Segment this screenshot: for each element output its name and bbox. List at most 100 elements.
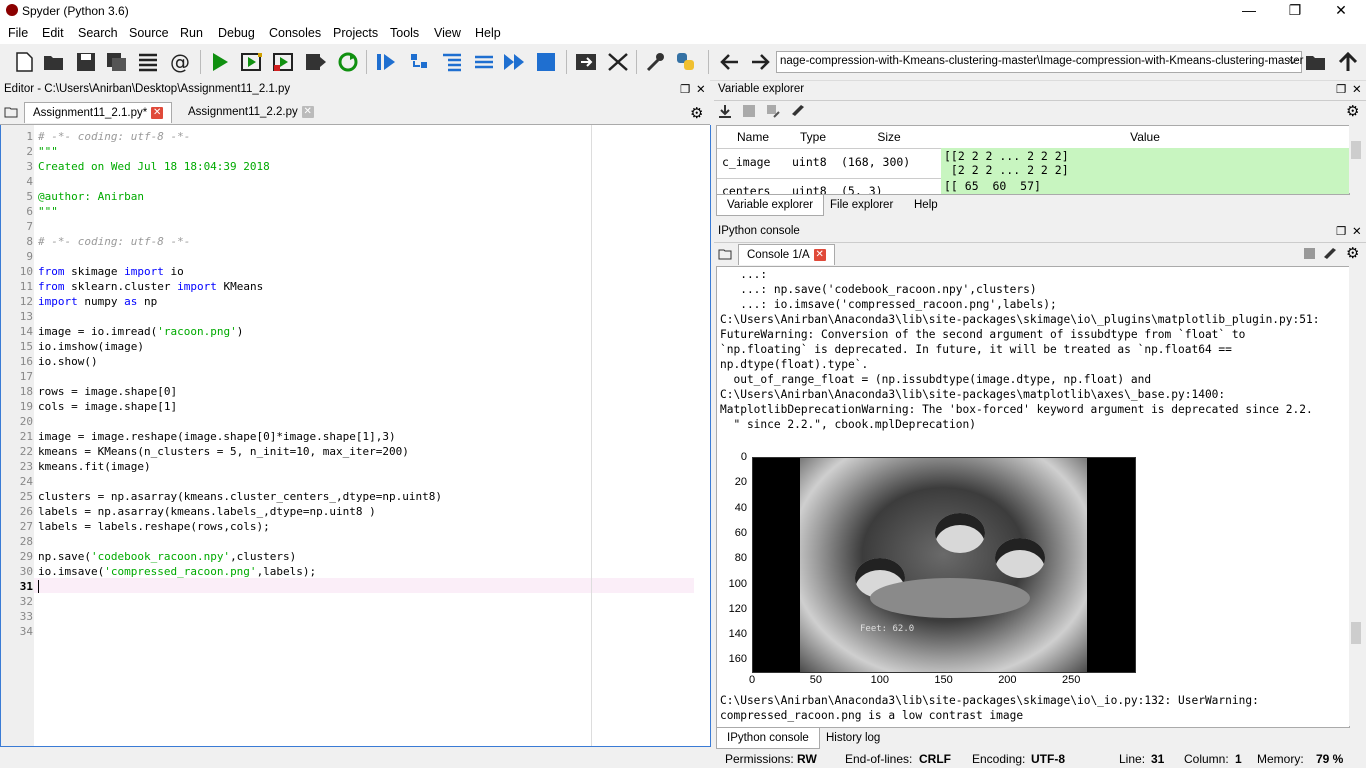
code-editor[interactable]: 1 2 3 4 5 6 7 8 9 10 11 12 13 14 15 16 17 18 19 20 21 22 23 24 2… (0, 125, 711, 747)
save-all-icon[interactable] (104, 51, 128, 73)
inline-plot: Feet: 62.0 0 20 40 60 80 100 120 140 160 0 50 100 1… (717, 447, 1149, 692)
tab-assignment11-2-1[interactable]: Assignment11_2.1.py* ✕ (24, 102, 173, 123)
forward-arrow-icon[interactable] (748, 51, 772, 73)
tab-help[interactable]: Help (904, 195, 948, 215)
parent-directory-icon[interactable] (1336, 51, 1360, 73)
variable-value[interactable]: [2 2 2 ... 2 2 2] (944, 163, 1069, 177)
variable-value[interactable]: [[2 2 2 ... 2 2 2] (944, 149, 1069, 163)
rerun-icon[interactable] (336, 51, 360, 73)
code-line: # -*- coding: utf-8 -*- (38, 235, 191, 248)
close-pane-icon[interactable]: ✕ (1352, 82, 1362, 96)
undock-icon[interactable]: ❐ (1336, 82, 1346, 96)
python-path-icon[interactable] (674, 51, 698, 73)
chevron-down-icon[interactable] (1288, 57, 1298, 65)
line-number: 22 (19, 445, 33, 458)
working-directory-input[interactable]: nage-compression-with-Kmeans-clustering-… (776, 51, 1303, 73)
tab-variable-explorer[interactable]: Variable explorer (716, 195, 825, 216)
line-number: 26 (19, 505, 33, 518)
tab-ipython-console[interactable]: IPython console (716, 728, 820, 749)
close-tab-icon[interactable]: ✕ (813, 248, 826, 261)
open-file-icon[interactable] (42, 51, 66, 73)
line-number: 29 (19, 550, 33, 563)
y-tick-label: 160 (728, 653, 747, 666)
run-selection-icon[interactable] (304, 51, 328, 73)
minimize-button[interactable]: — (1226, 2, 1272, 18)
variable-scrollbar[interactable] (1349, 125, 1363, 193)
tab-assignment11-2-2[interactable]: Assignment11_2.2.py ✕ (180, 102, 322, 123)
variable-name[interactable]: c_image (722, 155, 770, 169)
gear-icon[interactable]: ⚙ (1346, 102, 1359, 120)
close-pane-icon[interactable]: ✕ (696, 82, 706, 96)
column-header-size[interactable]: Size (837, 126, 942, 149)
line-number: 1 (26, 130, 33, 143)
tab-history-log[interactable]: History log (816, 728, 890, 748)
line-number: 34 (19, 625, 33, 638)
browse-tabs-icon[interactable] (718, 248, 732, 260)
save-icon[interactable] (74, 51, 98, 73)
menu-file[interactable]: File (8, 26, 28, 40)
title-bar: Spyder (Python 3.6) — ❐ ✕ (0, 0, 1366, 22)
console-line: compressed_racoon.png is a low contrast … (720, 709, 1024, 722)
run-cell-advance-icon[interactable] (272, 51, 296, 73)
line-number: 27 (19, 520, 33, 533)
y-tick-label: 120 (728, 602, 747, 615)
menu-run[interactable]: Run (180, 26, 203, 40)
line-number: 30 (19, 565, 33, 578)
menu-edit[interactable]: Edit (42, 26, 64, 40)
menu-projects[interactable]: Projects (333, 26, 378, 40)
gear-icon[interactable]: ⚙ (690, 104, 703, 122)
back-arrow-icon[interactable] (718, 51, 742, 73)
eraser-icon[interactable] (790, 104, 806, 118)
continue-icon[interactable] (502, 51, 526, 73)
maximize-pane-icon[interactable] (574, 51, 598, 73)
at-icon[interactable]: @ (168, 51, 192, 73)
browse-folder-icon[interactable] (1304, 51, 1328, 73)
menu-help[interactable]: Help (475, 26, 501, 40)
preferences-icon[interactable] (644, 51, 668, 73)
tab-file-explorer[interactable]: File explorer (820, 195, 903, 215)
save-as-icon[interactable] (766, 104, 780, 118)
variable-value[interactable]: [[ 65 60 57] (944, 179, 1041, 193)
restore-button[interactable]: ❐ (1272, 2, 1318, 19)
line-number: 3 (26, 160, 33, 173)
close-tab-icon[interactable]: ✕ (151, 106, 164, 119)
debug-icon[interactable] (374, 51, 398, 73)
menu-consoles[interactable]: Consoles (269, 26, 321, 40)
menu-view[interactable]: View (434, 26, 461, 40)
tab-console-1a[interactable]: Console 1/A ✕ (738, 244, 835, 265)
column-header-name[interactable]: Name (717, 126, 790, 149)
gear-icon[interactable]: ⚙ (1346, 244, 1359, 262)
x-tick-label: 100 (870, 674, 889, 686)
save-data-icon[interactable] (742, 104, 756, 118)
new-file-icon[interactable] (12, 51, 36, 73)
step-icon[interactable] (408, 51, 432, 73)
ipython-console[interactable]: ...: ...: np.save('codebook_racoon.npy',… (716, 266, 1350, 728)
eraser-icon[interactable] (1322, 247, 1338, 261)
column-header-value[interactable]: Value (941, 126, 1349, 149)
stop-icon[interactable] (1304, 248, 1315, 259)
close-button[interactable]: ✕ (1318, 2, 1364, 19)
y-tick-label: 140 (728, 628, 747, 641)
menu-source[interactable]: Source (129, 26, 169, 40)
column-header-type[interactable]: Type (789, 126, 838, 149)
stop-debug-icon[interactable] (534, 51, 558, 73)
step-into-icon[interactable] (440, 51, 464, 73)
console-line: MatplotlibDeprecationWarning: The 'box-f… (720, 403, 1313, 416)
menu-debug[interactable]: Debug (218, 26, 255, 40)
menu-tools[interactable]: Tools (390, 26, 419, 40)
run-cell-icon[interactable] (240, 51, 264, 73)
menu-search[interactable]: Search (78, 26, 118, 40)
fullscreen-icon[interactable] (606, 51, 630, 73)
import-data-icon[interactable] (718, 104, 732, 118)
close-pane-icon[interactable]: ✕ (1352, 224, 1362, 238)
undock-icon[interactable]: ❐ (680, 82, 690, 96)
browse-tabs-icon[interactable] (4, 106, 18, 118)
undock-icon[interactable]: ❐ (1336, 224, 1346, 238)
window-title: Spyder (Python 3.6) (22, 4, 129, 18)
step-return-icon[interactable] (472, 51, 496, 73)
x-tick-label: 250 (1062, 674, 1081, 686)
close-tab-icon[interactable]: ✕ (301, 105, 314, 118)
console-scrollbar[interactable] (1349, 266, 1363, 726)
list-icon[interactable] (136, 51, 160, 73)
run-icon[interactable] (208, 51, 232, 73)
